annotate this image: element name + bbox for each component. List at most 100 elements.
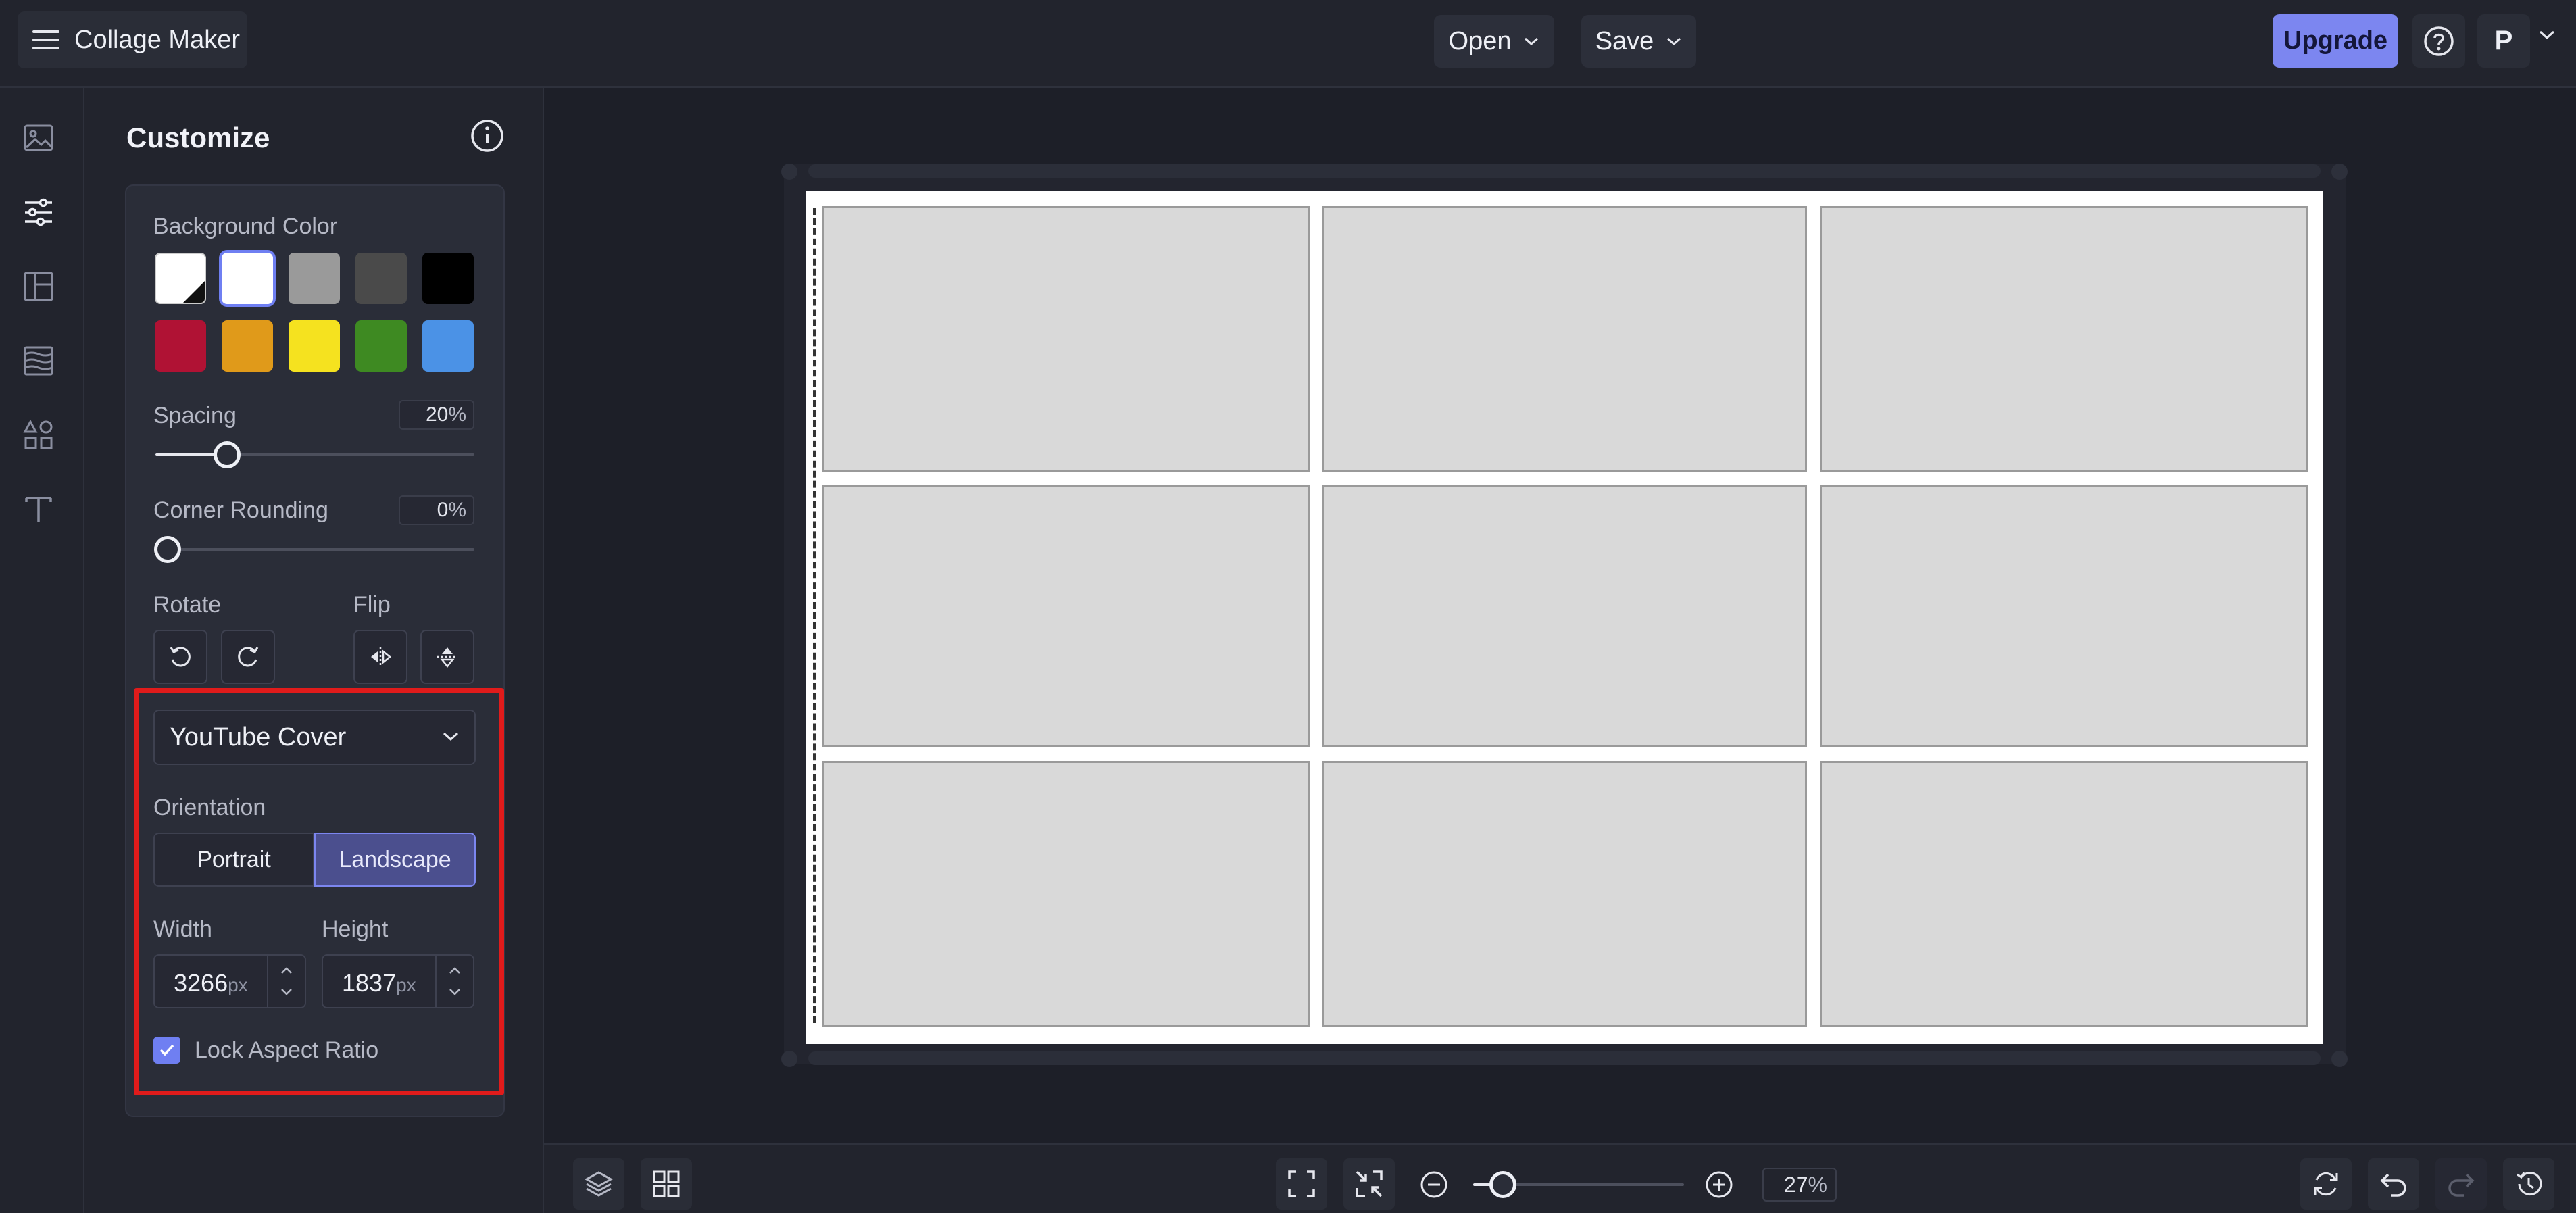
flip-vertical-button[interactable] — [420, 630, 474, 684]
corner-handle[interactable] — [2331, 1051, 2348, 1067]
swatch-blue[interactable] — [422, 320, 474, 372]
upgrade-button[interactable]: Upgrade — [2273, 14, 2398, 68]
stepper-down-icon[interactable] — [280, 988, 293, 996]
top-resize-handle[interactable] — [808, 164, 2321, 178]
flip-label: Flip — [353, 592, 391, 618]
history-button[interactable] — [2503, 1158, 2554, 1210]
redo-button[interactable] — [2435, 1158, 2487, 1210]
width-value: 3266 — [174, 969, 228, 997]
layout-icon[interactable] — [19, 267, 58, 306]
collage-cell[interactable] — [1322, 761, 1807, 1027]
undo-icon — [2379, 1169, 2408, 1199]
width-unit: px — [228, 974, 248, 995]
shrink-button[interactable] — [1343, 1158, 1395, 1210]
help-button[interactable] — [2412, 14, 2465, 68]
redo-icon — [2446, 1169, 2476, 1199]
collage-cell[interactable] — [1820, 206, 2308, 472]
corner-handle[interactable] — [781, 164, 797, 180]
swatch-black[interactable] — [422, 253, 474, 304]
swatch-dark-gray[interactable] — [355, 253, 407, 304]
landscape-button[interactable]: Landscape — [314, 833, 476, 887]
swatch-orange[interactable] — [222, 320, 273, 372]
corner-rounding-slider-track[interactable] — [155, 548, 474, 551]
hamburger-icon — [31, 28, 61, 52]
stepper-up-icon[interactable] — [448, 966, 462, 974]
zoom-value[interactable]: 27% — [1762, 1168, 1837, 1202]
layers-button[interactable] — [573, 1158, 624, 1210]
text-icon[interactable] — [19, 490, 58, 529]
collage-cell[interactable] — [1820, 485, 2308, 747]
save-label: Save — [1595, 26, 1654, 55]
menu-button[interactable]: Collage Maker — [18, 11, 247, 68]
layers-icon — [584, 1169, 614, 1199]
top-bar: Collage Maker Open Save Upgrade P — [0, 0, 2576, 88]
lock-aspect-checkbox[interactable] — [153, 1037, 180, 1064]
swatch-yellow[interactable] — [289, 320, 340, 372]
collage-cell[interactable] — [1820, 761, 2308, 1027]
collage-cell[interactable] — [822, 761, 1310, 1027]
avatar[interactable]: P — [2477, 14, 2530, 68]
flip-horizontal-icon — [367, 643, 394, 670]
tool-rail — [0, 88, 84, 1213]
open-button[interactable]: Open — [1434, 15, 1554, 68]
stepper-up-icon[interactable] — [280, 966, 293, 974]
orientation-label: Orientation — [153, 795, 266, 820]
swatch-green[interactable] — [355, 320, 407, 372]
expand-icon — [1287, 1169, 1316, 1199]
corner-rounding-label: Corner Rounding — [153, 497, 328, 523]
portrait-button[interactable]: Portrait — [153, 833, 314, 887]
flip-horizontal-button[interactable] — [353, 630, 407, 684]
flip-vertical-icon — [434, 643, 461, 670]
grid-button[interactable] — [641, 1158, 692, 1210]
swatch-red[interactable] — [155, 320, 206, 372]
rotate-right-button[interactable] — [221, 630, 275, 684]
collage-cell[interactable] — [1322, 485, 1807, 747]
zoom-in-icon[interactable] — [1704, 1170, 1734, 1199]
app-title: Collage Maker — [74, 25, 240, 54]
bottom-bar — [544, 1143, 2576, 1213]
undo-button[interactable] — [2368, 1158, 2419, 1210]
refresh-icon — [2311, 1169, 2341, 1199]
history-icon — [2514, 1169, 2544, 1199]
refresh-button[interactable] — [2300, 1158, 2352, 1210]
corner-rounding-slider-handle[interactable] — [154, 536, 181, 563]
spacing-label: Spacing — [153, 403, 237, 428]
swatch-white[interactable] — [222, 253, 273, 304]
preset-dropdown[interactable]: YouTube Cover — [153, 710, 476, 765]
spacing-slider-handle[interactable] — [214, 441, 241, 468]
help-icon — [2423, 25, 2455, 57]
grid-icon — [652, 1170, 680, 1198]
collage-cell[interactable] — [822, 485, 1310, 747]
swatch-transparent[interactable] — [155, 253, 206, 304]
image-icon[interactable] — [19, 118, 58, 157]
bottom-resize-handle[interactable] — [808, 1051, 2321, 1065]
swatch-gray[interactable] — [289, 253, 340, 304]
collage-cell[interactable] — [822, 206, 1310, 472]
fit-screen-button[interactable] — [1276, 1158, 1327, 1210]
corner-rounding-value[interactable]: 0% — [399, 495, 474, 525]
chevron-down-icon[interactable] — [2538, 28, 2556, 41]
lock-aspect-label: Lock Aspect Ratio — [195, 1037, 379, 1063]
info-icon[interactable] — [470, 118, 505, 153]
corner-handle[interactable] — [781, 1051, 797, 1067]
save-button[interactable]: Save — [1581, 15, 1696, 68]
zoom-out-icon[interactable] — [1419, 1170, 1449, 1199]
height-label: Height — [322, 916, 389, 942]
rotate-label: Rotate — [153, 592, 222, 618]
height-input[interactable]: 1837px — [322, 954, 474, 1008]
rotate-left-button[interactable] — [153, 630, 207, 684]
sliders-icon[interactable] — [19, 193, 58, 232]
shapes-icon[interactable] — [19, 416, 58, 455]
width-input[interactable]: 3266px — [153, 954, 306, 1008]
spacing-value[interactable]: 20% — [399, 400, 474, 430]
check-icon — [157, 1041, 176, 1060]
rotate-cw-icon — [234, 643, 262, 670]
zoom-slider-handle[interactable] — [1489, 1171, 1516, 1198]
stepper-down-icon[interactable] — [448, 988, 462, 996]
texture-icon[interactable] — [19, 341, 58, 380]
corner-handle[interactable] — [2331, 164, 2348, 180]
rotate-ccw-icon — [167, 643, 194, 670]
collage-cell[interactable] — [1322, 206, 1807, 472]
panel-title: Customize — [126, 122, 270, 153]
chevron-down-icon — [442, 730, 460, 742]
